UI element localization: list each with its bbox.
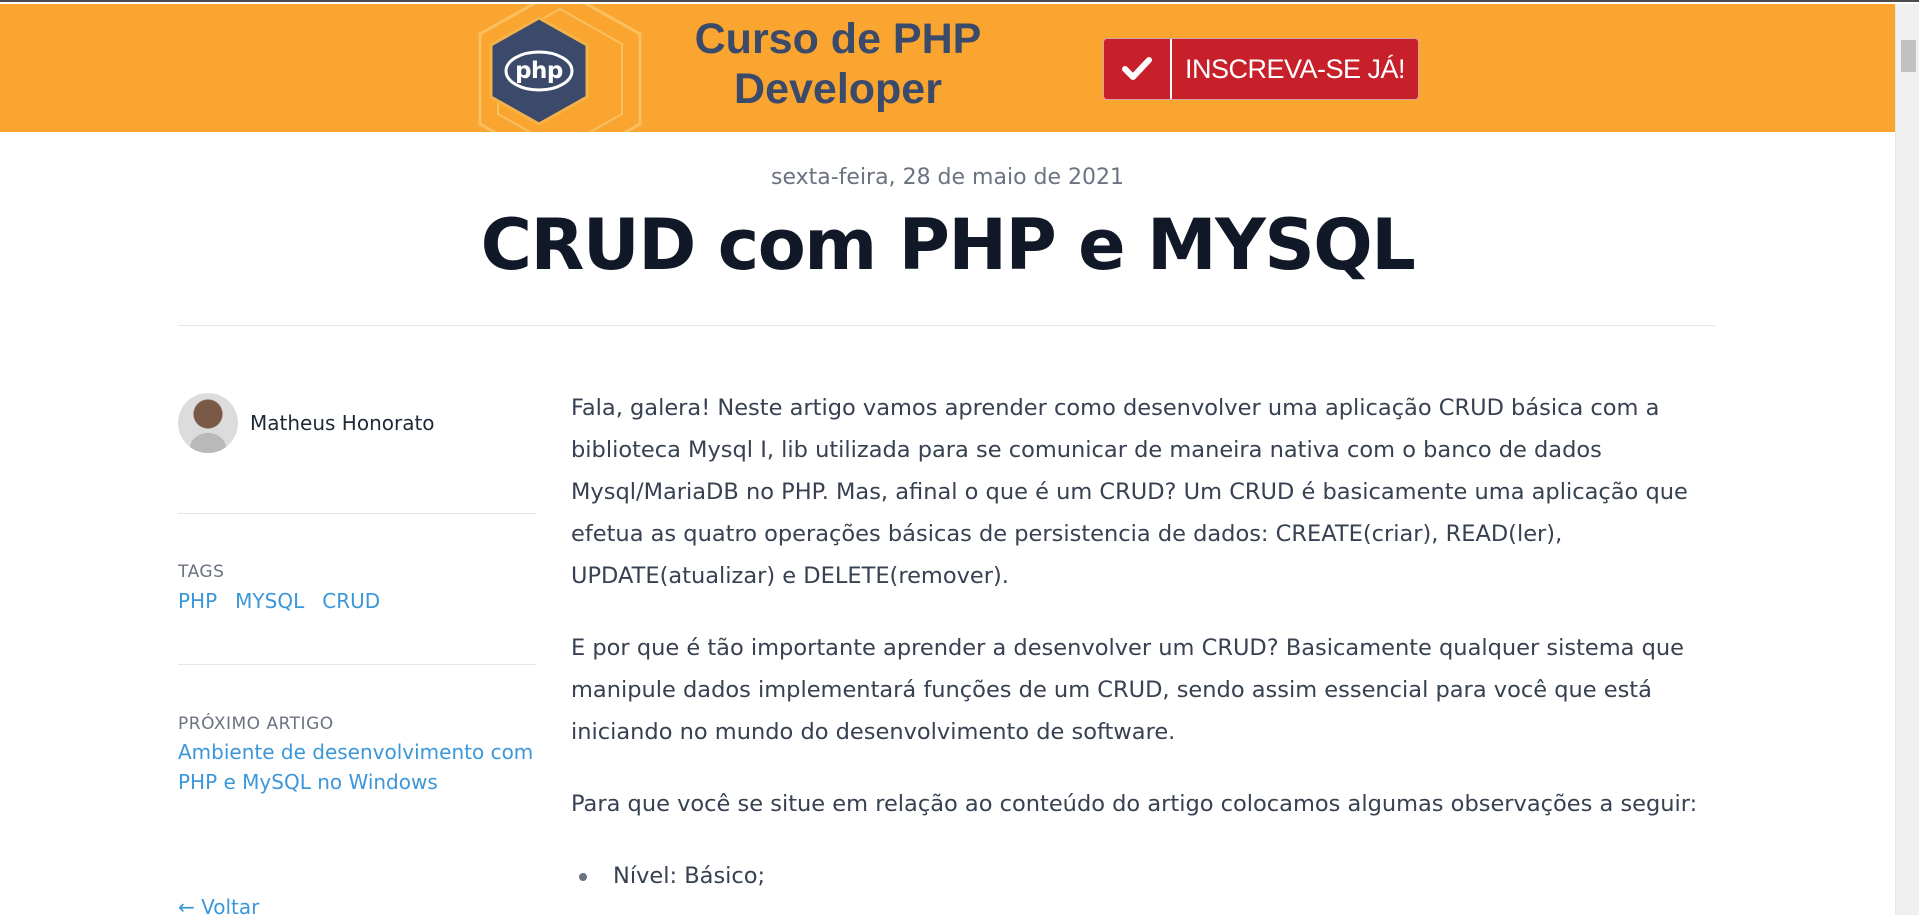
check-icon (1104, 39, 1172, 99)
article-list: Nível: Básico; (571, 855, 1721, 897)
promo-banner[interactable]: php Curso de PHP Developer INSCREVA-SE J… (0, 4, 1895, 132)
tag-crud[interactable]: CRUD (322, 589, 380, 613)
article-content: Fala, galera! Neste artigo vamos aprende… (571, 387, 1721, 897)
header-divider (178, 325, 1715, 326)
course-title: Curso de PHP Developer (668, 14, 1008, 114)
next-article-label: PRÓXIMO ARTIGO (178, 714, 334, 734)
next-article-link[interactable]: Ambiente de desenvolvimento com PHP e My… (178, 737, 548, 797)
author-avatar (178, 393, 238, 453)
tags-label: TAGS (178, 562, 225, 582)
tag-mysql[interactable]: MYSQL (235, 589, 304, 613)
sidebar-divider (178, 513, 536, 514)
course-title-line2: Developer (734, 65, 942, 113)
page-scrollbar[interactable] (1895, 4, 1919, 915)
article-paragraph: Fala, galera! Neste artigo vamos aprende… (571, 395, 1688, 589)
author-info[interactable]: Matheus Honorato (178, 393, 435, 453)
post-title: CRUD com PHP e MYSQL (480, 204, 1416, 286)
scrollbar-thumb[interactable] (1901, 40, 1916, 72)
subscribe-button-label: INSCREVA-SE JÁ! (1184, 53, 1406, 84)
php-logo: php (483, 16, 595, 126)
sidebar-divider (178, 664, 536, 665)
article-paragraph: Para que você se situe em relação ao con… (571, 791, 1698, 817)
post-date: sexta-feira, 28 de maio de 2021 (770, 165, 1125, 190)
php-logo-text: php (515, 58, 563, 84)
tag-php[interactable]: PHP (178, 589, 217, 613)
tag-list: PHP MYSQL CRUD (178, 589, 380, 613)
subscribe-button[interactable]: INSCREVA-SE JÁ! (1103, 38, 1419, 100)
list-item: Nível: Básico; (571, 855, 1721, 897)
course-title-line1: Curso de PHP (694, 15, 982, 63)
article-paragraph: E por que é tão importante aprender a de… (571, 635, 1685, 745)
author-name: Matheus Honorato (250, 411, 435, 435)
back-link[interactable]: ← Voltar (178, 895, 259, 915)
